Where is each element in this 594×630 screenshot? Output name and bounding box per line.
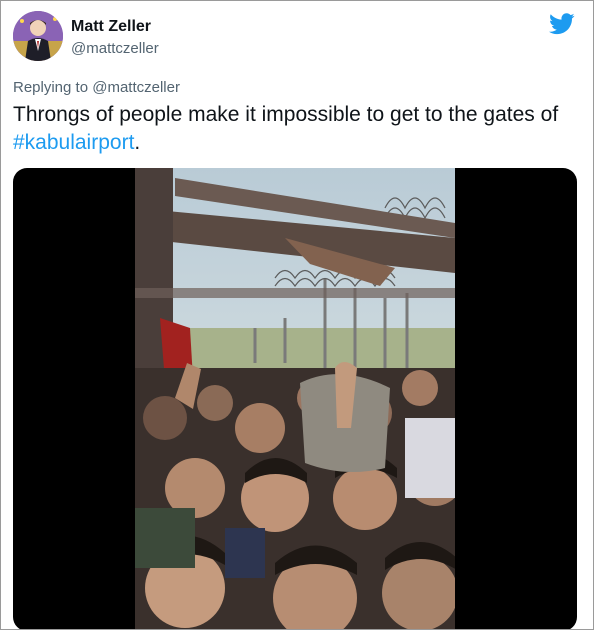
reply-prefix: Replying to (13, 79, 89, 96)
video-frame (135, 168, 455, 629)
media-container[interactable] (13, 168, 577, 629)
author-handle[interactable]: @mattczeller (71, 39, 159, 59)
reply-handle-link[interactable]: @mattczeller (92, 79, 180, 96)
hashtag-link[interactable]: #kabulairport (13, 131, 134, 154)
tweet-text-body: Throngs of people make it impossible to … (13, 103, 559, 126)
tweet-header: Matt Zeller @mattczeller (13, 11, 583, 67)
tweet-card: Matt Zeller @mattczeller Replying to @ma… (0, 0, 594, 630)
author-names: Matt Zeller @mattczeller (71, 17, 159, 59)
tweet-text-end: . (134, 131, 141, 154)
tweet-text: Throngs of people make it impossible to … (13, 101, 579, 157)
reply-context: Replying to @mattczeller (13, 79, 180, 96)
author-display-name[interactable]: Matt Zeller (71, 17, 159, 37)
user-avatar[interactable] (13, 11, 63, 61)
twitter-bird-icon[interactable] (549, 13, 575, 35)
crowd-at-fence-photo[interactable] (135, 168, 455, 629)
avatar-illustration (13, 11, 63, 61)
